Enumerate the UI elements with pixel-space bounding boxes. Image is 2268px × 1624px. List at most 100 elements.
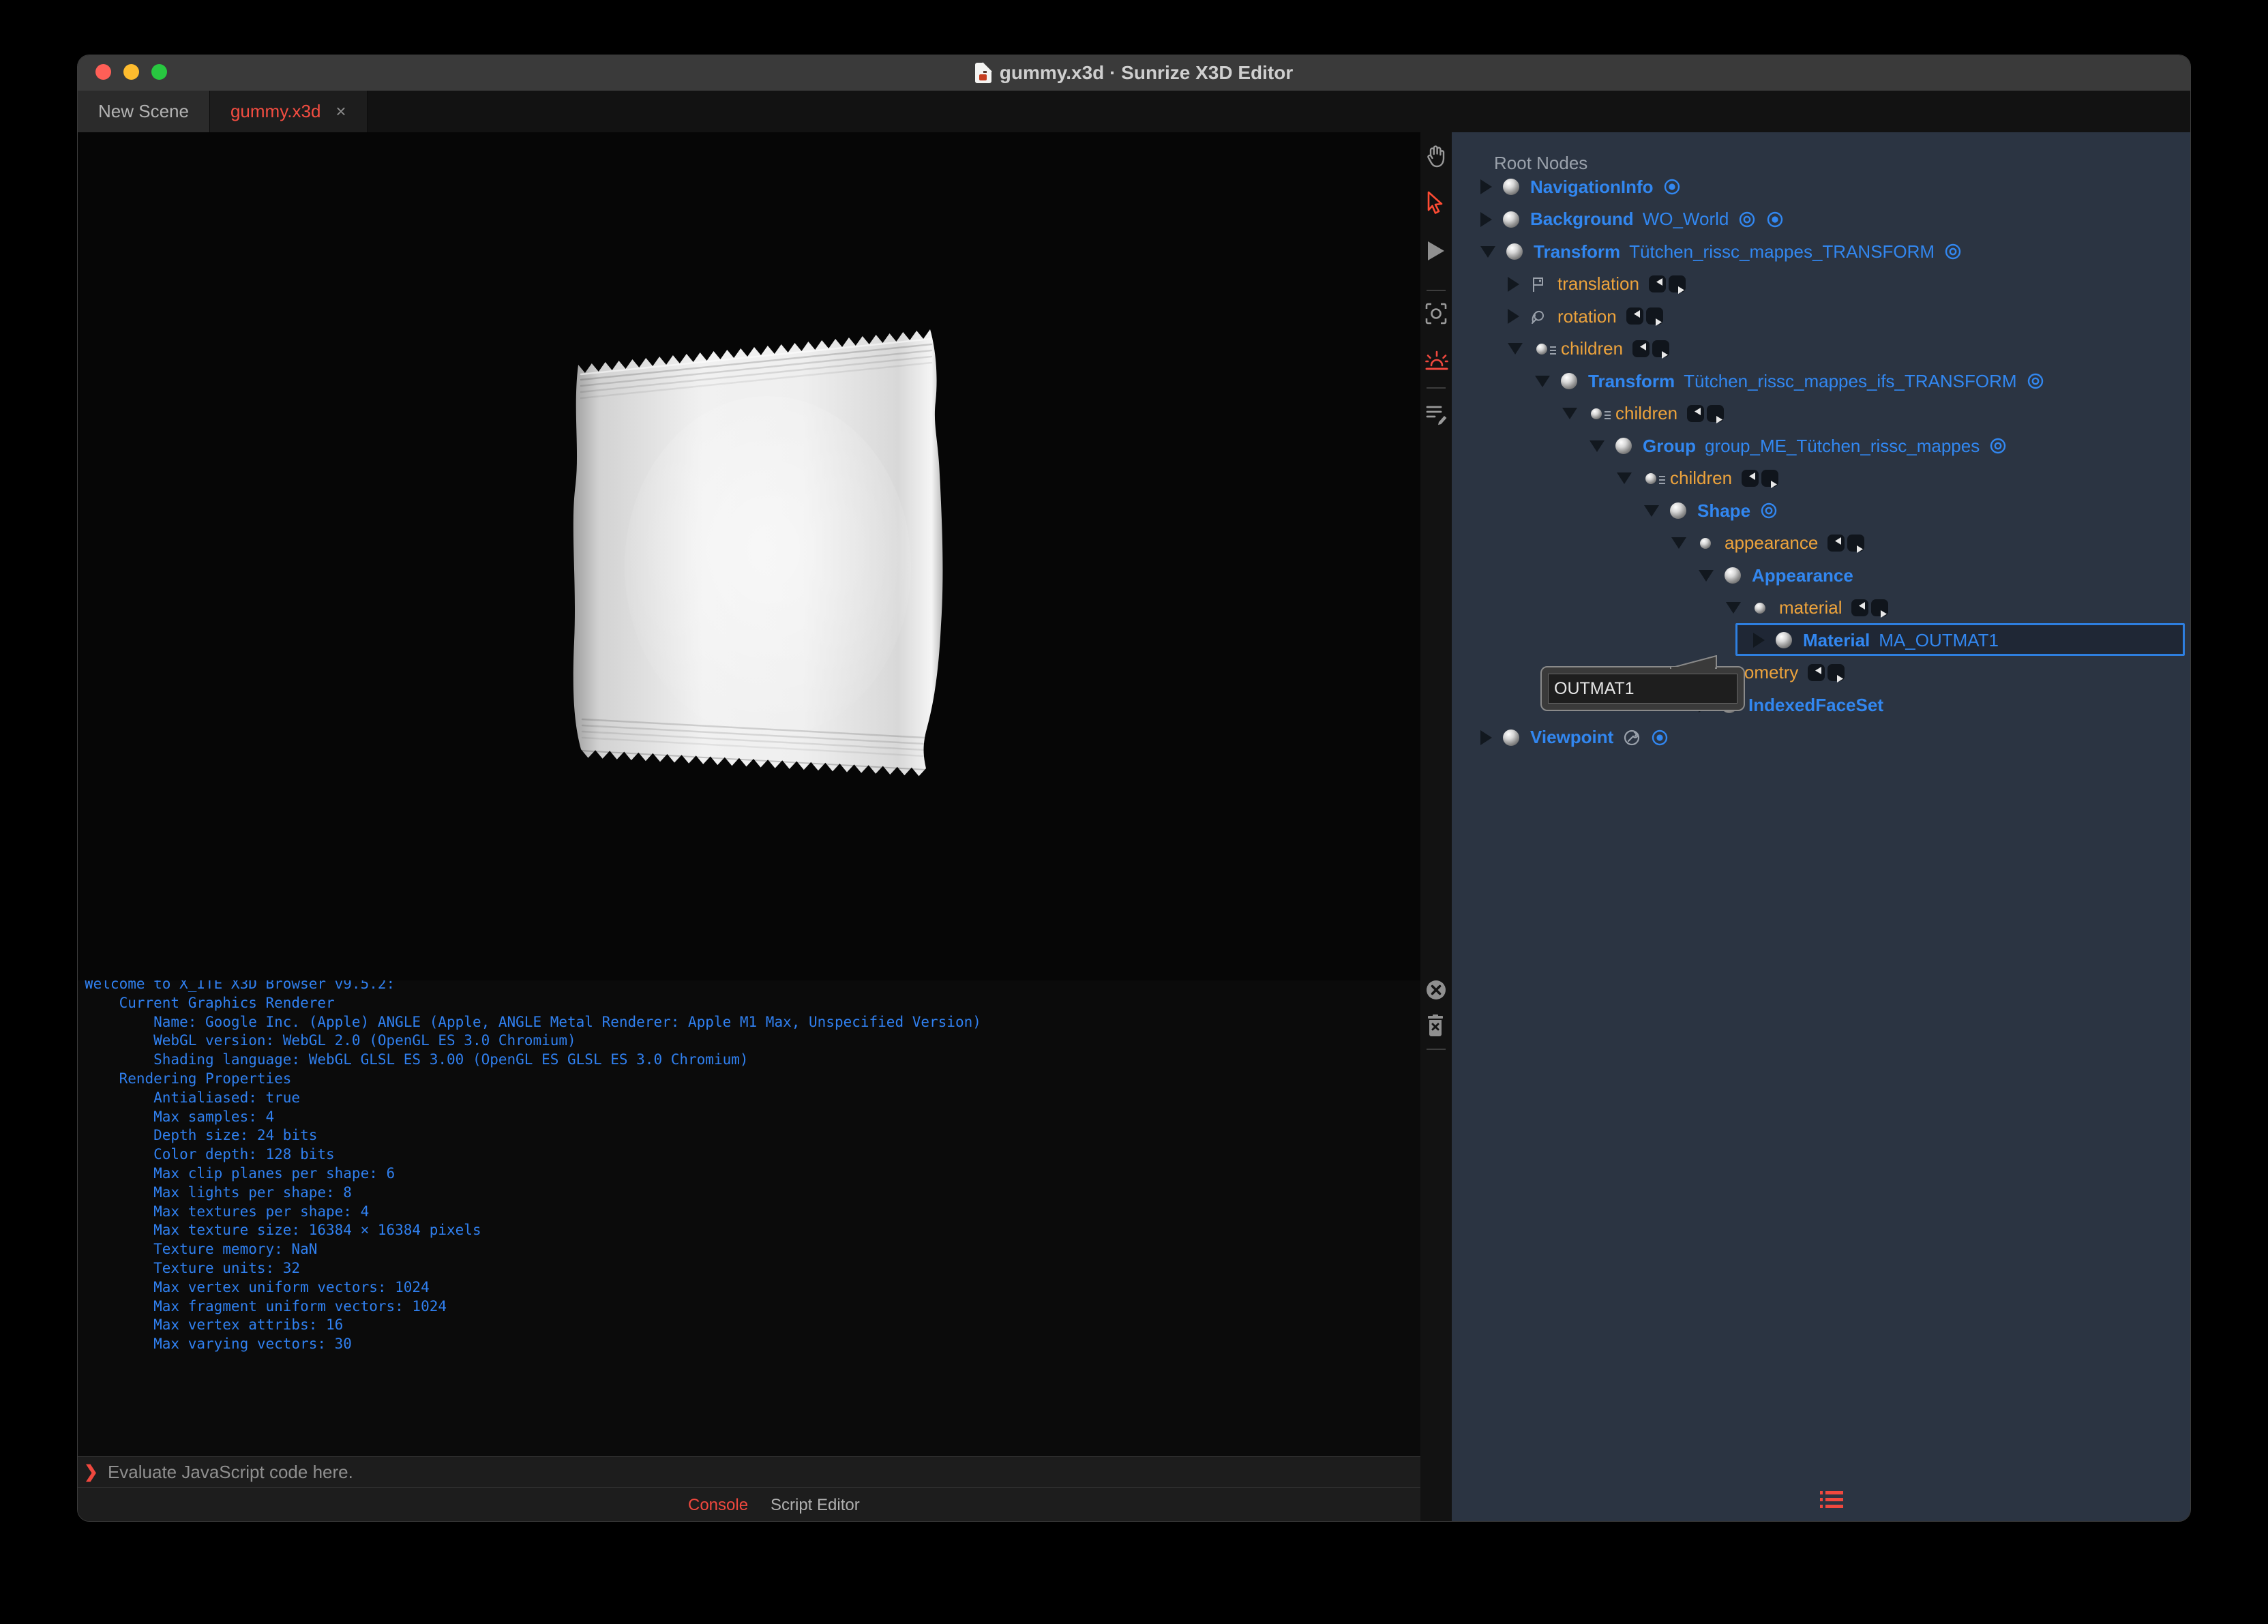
expand-collapsed-triangle[interactable]	[1480, 730, 1492, 745]
route-connector-icons[interactable]	[1851, 597, 1890, 619]
console-input-row[interactable]: ❯ Evaluate JavaScript code here.	[78, 1456, 1420, 1487]
node-sphere-icon	[1670, 502, 1686, 519]
node-sphere-icon	[1725, 567, 1741, 584]
expand-expanded-triangle[interactable]	[1562, 408, 1577, 419]
toolbar-divider	[1427, 290, 1446, 291]
tree-row-viewpoint[interactable]: Viewpoint	[1480, 721, 1669, 754]
node-def-name: group_ME_Tütchen_rissc_mappes	[1705, 435, 1980, 456]
route-connector-icons[interactable]	[1827, 532, 1866, 554]
node-type-label: Material	[1803, 629, 1870, 650]
tree-row-material[interactable]: material	[1726, 592, 1890, 625]
node-def-name: MA_OUTMAT1	[1879, 629, 1999, 650]
tab-new-scene[interactable]: New Scene	[78, 91, 210, 132]
trash-console-icon[interactable]	[1425, 1014, 1447, 1036]
tree-row-transform[interactable]: Transform Tütchen_rissc_mappes_TRANSFORM	[1480, 235, 1963, 268]
console-output[interactable]: Welcome to X_ITE X3D Browser v9.5.2: Cur…	[78, 980, 1420, 1456]
dot-badge-icon[interactable]	[1650, 728, 1669, 747]
expand-collapsed-triangle[interactable]	[1508, 276, 1519, 292]
route-connector-icons[interactable]	[1648, 273, 1688, 295]
3d-viewport[interactable]	[78, 132, 1420, 980]
title-bar[interactable]: gummy.x3d · Sunrize X3D Editor	[78, 55, 2190, 91]
script-editor-log-icon[interactable]	[1425, 404, 1447, 425]
select-arrow-tool-icon[interactable]	[1425, 191, 1447, 214]
hand-pan-tool-icon[interactable]	[1425, 145, 1447, 168]
expand-collapsed-triangle[interactable]	[1480, 179, 1492, 194]
outline-tab-list-icon[interactable]	[1820, 1490, 1843, 1510]
node-sphere-icon	[1503, 211, 1519, 228]
expand-collapsed-triangle[interactable]	[1753, 633, 1765, 648]
tree-row-rotation[interactable]: rotation	[1508, 300, 1665, 333]
node-type-label: Transform	[1534, 241, 1621, 262]
tree-row-children[interactable]: children	[1562, 397, 1726, 430]
route-connector-icons[interactable]	[1807, 662, 1847, 684]
children-field-icon	[1536, 343, 1556, 355]
expand-collapsed-triangle[interactable]	[1508, 309, 1519, 324]
desktop: gummy.x3d · Sunrize X3D Editor New Scene…	[0, 0, 2268, 1624]
ring-badge-icon[interactable]	[1759, 501, 1778, 520]
tree-row-children[interactable]: children	[1508, 333, 1671, 365]
node-type-label: Appearance	[1752, 565, 1853, 586]
dot-badge-icon[interactable]	[1765, 210, 1785, 229]
expand-expanded-triangle[interactable]	[1617, 472, 1632, 484]
expand-expanded-triangle[interactable]	[1508, 343, 1523, 355]
tree-row-background[interactable]: Background WO_World	[1480, 203, 1785, 236]
tree-row-navigationinfo[interactable]: NavigationInfo	[1480, 170, 1682, 203]
console-footer-bar: Console Script Editor	[78, 1487, 1420, 1521]
node-type-label: IndexedFaceSet	[1748, 694, 1883, 715]
expand-expanded-triangle[interactable]	[1480, 245, 1495, 258]
tree-row-translation[interactable]: translation	[1508, 268, 1688, 301]
dot-badge-icon[interactable]	[1662, 177, 1682, 196]
expand-expanded-triangle[interactable]	[1726, 602, 1741, 614]
node-def-name: Tütchen_rissc_mappes_ifs_TRANSFORM	[1684, 370, 2017, 391]
tree-row-appearance[interactable]: appearance	[1671, 527, 1866, 560]
expand-collapsed-triangle[interactable]	[1480, 211, 1492, 227]
window-title: gummy.x3d · Sunrize X3D Editor	[78, 55, 2190, 91]
footer-tab-script-editor[interactable]: Script Editor	[771, 1488, 860, 1521]
tab-close-icon[interactable]: ×	[335, 101, 346, 122]
expand-expanded-triangle[interactable]	[1535, 375, 1550, 387]
expand-expanded-triangle[interactable]	[1699, 569, 1714, 582]
popup-tail	[1670, 655, 1717, 669]
tree-row-children[interactable]: children	[1617, 462, 1780, 495]
ring-badge-icon[interactable]	[1943, 242, 1963, 261]
tab-gummy-x3d[interactable]: gummy.x3d ×	[209, 91, 368, 132]
route-connector-icons[interactable]	[1632, 338, 1671, 360]
footer-tab-console[interactable]: Console	[688, 1488, 748, 1521]
route-connector-icons[interactable]	[1626, 305, 1665, 327]
tree-row-shape[interactable]: Shape	[1644, 494, 1778, 527]
toolbar-divider	[1427, 1049, 1446, 1050]
sunrise-light-icon[interactable]	[1425, 349, 1448, 371]
expand-expanded-triangle[interactable]	[1644, 505, 1659, 517]
route-connector-icons[interactable]	[1686, 403, 1726, 425]
expand-expanded-triangle[interactable]	[1590, 440, 1605, 452]
node-sphere-icon	[1776, 632, 1792, 648]
ring-badge-icon[interactable]	[2026, 372, 2045, 391]
node-sphere-icon	[1561, 373, 1577, 389]
console-input-placeholder[interactable]: Evaluate JavaScript code here.	[108, 1462, 353, 1483]
node-sphere-icon	[1506, 243, 1523, 260]
field-name-label: children	[1670, 468, 1733, 488]
node-type-label: Background	[1530, 209, 1634, 229]
node-def-name: WO_World	[1642, 209, 1729, 229]
tree-row-appearance[interactable]: Appearance	[1699, 559, 1853, 592]
snapshot-camera-icon[interactable]	[1425, 303, 1447, 325]
rename-popup	[1540, 655, 1745, 711]
field-name-label: rotation	[1557, 305, 1617, 327]
clear-console-icon[interactable]	[1425, 979, 1447, 1001]
children-field-icon	[1591, 408, 1611, 419]
node-def-name: Tütchen_rissc_mappes_TRANSFORM	[1629, 241, 1935, 262]
children-field-icon	[1645, 472, 1665, 484]
tree-row-group[interactable]: Group group_ME_Tütchen_rissc_mappes	[1590, 430, 2008, 462]
ring-badge-icon[interactable]	[1988, 436, 2008, 455]
route-connector-icons[interactable]	[1741, 468, 1780, 490]
rename-input[interactable]	[1548, 674, 1737, 704]
tree-row-transform[interactable]: Transform Tütchen_rissc_mappes_ifs_TRANSF…	[1535, 365, 2045, 397]
field-name-label: children	[1615, 403, 1678, 423]
node-type-label: Transform	[1588, 370, 1675, 391]
wrench-badge-icon[interactable]	[1622, 728, 1641, 747]
document-tab-bar: New Scene gummy.x3d ×	[78, 91, 2190, 132]
tree-row-material[interactable]: Material MA_OUTMAT1	[1735, 623, 2185, 657]
expand-expanded-triangle[interactable]	[1671, 537, 1686, 549]
ring-badge-icon[interactable]	[1737, 210, 1757, 229]
play-button-icon[interactable]	[1425, 240, 1447, 262]
